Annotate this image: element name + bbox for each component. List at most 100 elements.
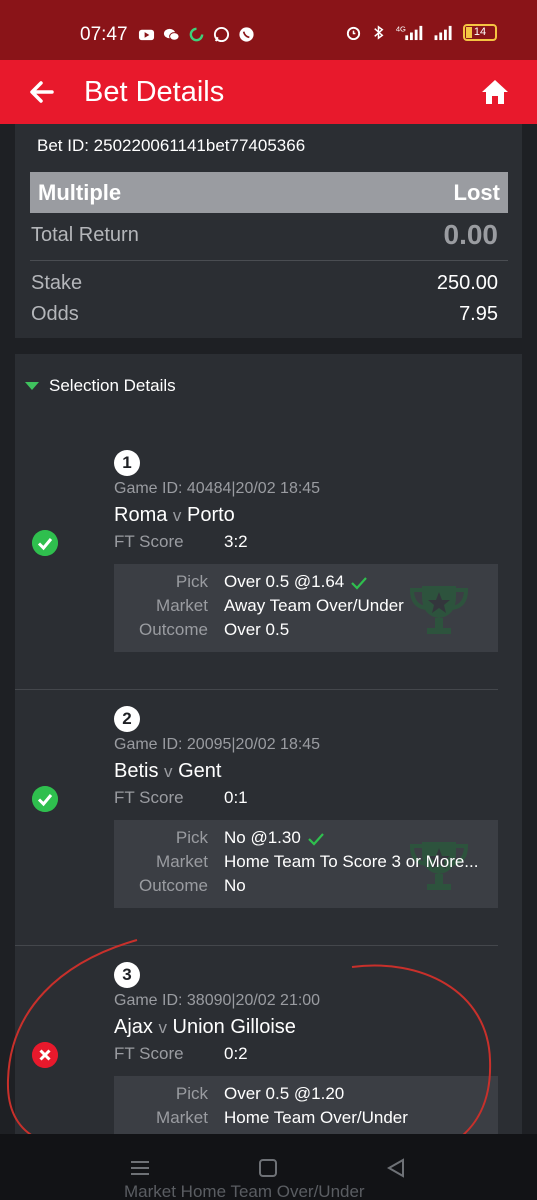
outcome-label: Outcome	[139, 876, 208, 895]
back-nav-icon[interactable]	[384, 1156, 408, 1180]
pick-row: Pick Over 0.5 @1.64	[114, 572, 498, 596]
battery-level: 14	[473, 26, 487, 38]
selection-number: 2	[114, 706, 140, 732]
viber-icon	[239, 27, 254, 42]
expand-triangle-icon	[25, 382, 39, 390]
page-title: Bet Details	[84, 76, 225, 108]
home-nav-icon[interactable]	[256, 1156, 280, 1180]
status-time: 07:47	[80, 24, 128, 45]
wechat-icon	[163, 28, 180, 41]
lost-cross-icon	[32, 1042, 58, 1068]
away-team: Gent	[178, 760, 222, 782]
market-label: Market	[156, 852, 208, 871]
selection-number: 3	[114, 962, 140, 988]
outcome-value: No	[224, 876, 246, 895]
pick-box: Pick No @1.30 Market Home Team To Score …	[114, 820, 498, 908]
stake-value: 250.00	[436, 272, 498, 294]
signal-icon: 4G	[396, 25, 423, 41]
ft-score-label: FT Score	[114, 1044, 184, 1063]
total-return-value: 0.00	[443, 219, 499, 250]
selection-divider	[15, 689, 498, 690]
outcome-row: Outcome No	[114, 876, 498, 900]
selection-details-toggle[interactable]: Selection Details	[25, 374, 176, 398]
home-team: Betis	[114, 760, 159, 782]
vs-label: v	[158, 1018, 167, 1037]
selection-divider	[15, 945, 498, 946]
selection-number: 1	[114, 450, 140, 476]
odds-value: 7.95	[459, 303, 498, 325]
game-id: Game ID: 40484|20/02 18:45	[114, 480, 321, 497]
market-label: Market	[156, 596, 208, 615]
outcome-value: Over 0.5	[224, 620, 290, 639]
vs-label: v	[164, 762, 173, 781]
pick-box: Pick Over 0.5 @1.20 Market Home Team Ove…	[114, 1076, 498, 1134]
home-icon[interactable]	[479, 76, 511, 108]
market-row: Market Home Team Over/Under	[114, 1108, 498, 1132]
bet-summary-card: Bet ID: 250220061141bet77405366 Multiple…	[15, 124, 522, 338]
pick-value: Over 0.5 @1.64	[224, 572, 492, 592]
notification-icons	[138, 26, 255, 43]
recent-apps-icon[interactable]	[128, 1156, 152, 1180]
market-value: Home Team To Score 3 or More...	[224, 852, 479, 871]
market-label: Market	[156, 1108, 208, 1127]
app-header: Bet Details	[0, 60, 537, 124]
pick-row: Pick No @1.30	[114, 828, 498, 852]
signal-icon-2	[434, 25, 452, 41]
check-icon	[351, 576, 368, 590]
match-teams: Roma v Porto	[114, 504, 235, 527]
system-icons: 4G 14	[345, 24, 497, 41]
market-row: Market Home Team To Score 3 or More...	[114, 852, 498, 876]
ft-score-label: FT Score	[114, 532, 184, 551]
sync-icon	[189, 27, 204, 42]
away-team: Porto	[186, 504, 235, 526]
bet-result: Lost	[453, 180, 500, 205]
market-value: Home Team Over/Under	[224, 1108, 408, 1127]
check-icon	[308, 832, 324, 846]
ft-score-label: FT Score	[114, 788, 184, 807]
back-arrow-icon[interactable]	[26, 76, 58, 108]
pick-row: Pick Over 0.5 @1.20	[114, 1084, 498, 1108]
total-return-label: Total Return	[31, 224, 139, 246]
divider	[30, 260, 508, 261]
bet-type: Multiple	[38, 180, 122, 205]
overlap-text: Market Home Team Over/Under	[124, 1182, 365, 1200]
battery-icon: 14	[463, 24, 497, 41]
won-check-icon	[32, 786, 58, 812]
home-team: Roma	[114, 504, 168, 526]
youtube-icon	[138, 29, 155, 41]
match-teams: Ajax v Union Gilloise	[114, 1016, 296, 1039]
selection-details-card: Selection Details 1 Game ID: 40484|20/02…	[15, 354, 522, 1200]
bluetooth-icon	[374, 25, 384, 40]
ft-score-value: 3:2	[224, 532, 248, 551]
ft-score-value: 0:1	[224, 788, 248, 807]
alarm-icon	[346, 26, 361, 41]
pick-text: Over 0.5 @1.64	[224, 572, 345, 591]
market-value: Away Team Over/Under	[224, 596, 404, 615]
match-teams: Betis v Gent	[114, 760, 221, 783]
pick-label: Pick	[175, 1084, 208, 1103]
selection-details-title: Selection Details	[49, 376, 176, 395]
pick-text: No @1.30	[224, 828, 301, 847]
game-id: Game ID: 20095|20/02 18:45	[114, 736, 321, 753]
status-bar: 07:47 4G 14	[0, 0, 537, 60]
home-team: Ajax	[114, 1016, 153, 1038]
bet-id: Bet ID: 250220061141bet77405366	[37, 136, 306, 155]
pick-value: Over 0.5 @1.20	[224, 1084, 345, 1103]
ft-score-value: 0:2	[224, 1044, 248, 1063]
pick-label: Pick	[175, 572, 208, 591]
won-check-icon	[32, 530, 58, 556]
system-nav-bar: Market Home Team Over/Under	[0, 1134, 537, 1200]
stake-label: Stake	[31, 272, 83, 294]
vs-label: v	[172, 506, 182, 525]
whatsapp-icon	[213, 26, 230, 43]
outcome-row: Outcome Over 0.5	[114, 620, 498, 644]
pick-box: Pick Over 0.5 @1.64 Market Away Team Ove…	[114, 564, 498, 652]
odds-label: Odds	[31, 303, 79, 325]
outcome-label: Outcome	[139, 620, 208, 639]
pick-value: No @1.30	[224, 828, 492, 848]
market-row: Market Away Team Over/Under	[114, 596, 498, 620]
pick-label: Pick	[175, 828, 208, 847]
away-team: Union Gilloise	[172, 1016, 296, 1038]
network-label: 4G	[396, 25, 406, 34]
bet-type-bar: Multiple Lost	[30, 172, 508, 213]
